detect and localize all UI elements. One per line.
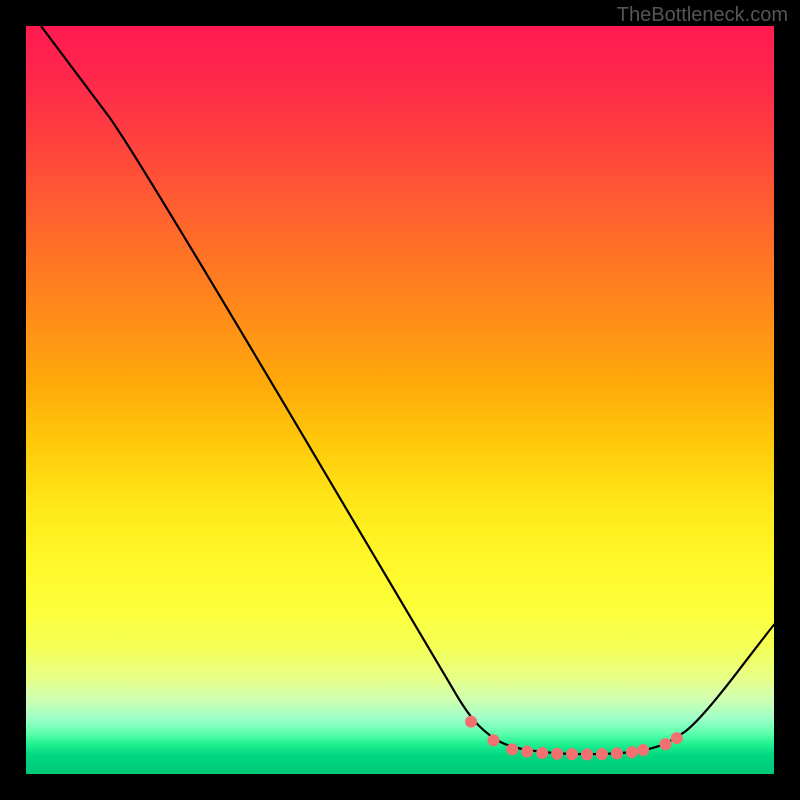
data-marker bbox=[626, 746, 638, 758]
data-marker bbox=[488, 734, 500, 746]
data-marker bbox=[566, 748, 578, 760]
data-marker bbox=[465, 716, 477, 728]
watermark-text: TheBottleneck.com bbox=[617, 4, 788, 27]
data-marker bbox=[611, 747, 623, 759]
data-marker bbox=[536, 747, 548, 759]
data-marker bbox=[660, 738, 672, 750]
chart-svg bbox=[26, 26, 774, 774]
curve-line bbox=[41, 26, 774, 754]
data-marker bbox=[596, 748, 608, 760]
data-marker bbox=[521, 746, 533, 758]
data-marker bbox=[506, 743, 518, 755]
data-marker bbox=[581, 749, 593, 761]
data-marker bbox=[637, 744, 649, 756]
data-marker bbox=[551, 748, 563, 760]
markers-group bbox=[465, 716, 683, 761]
plot-area bbox=[26, 26, 774, 774]
data-marker bbox=[671, 732, 683, 744]
